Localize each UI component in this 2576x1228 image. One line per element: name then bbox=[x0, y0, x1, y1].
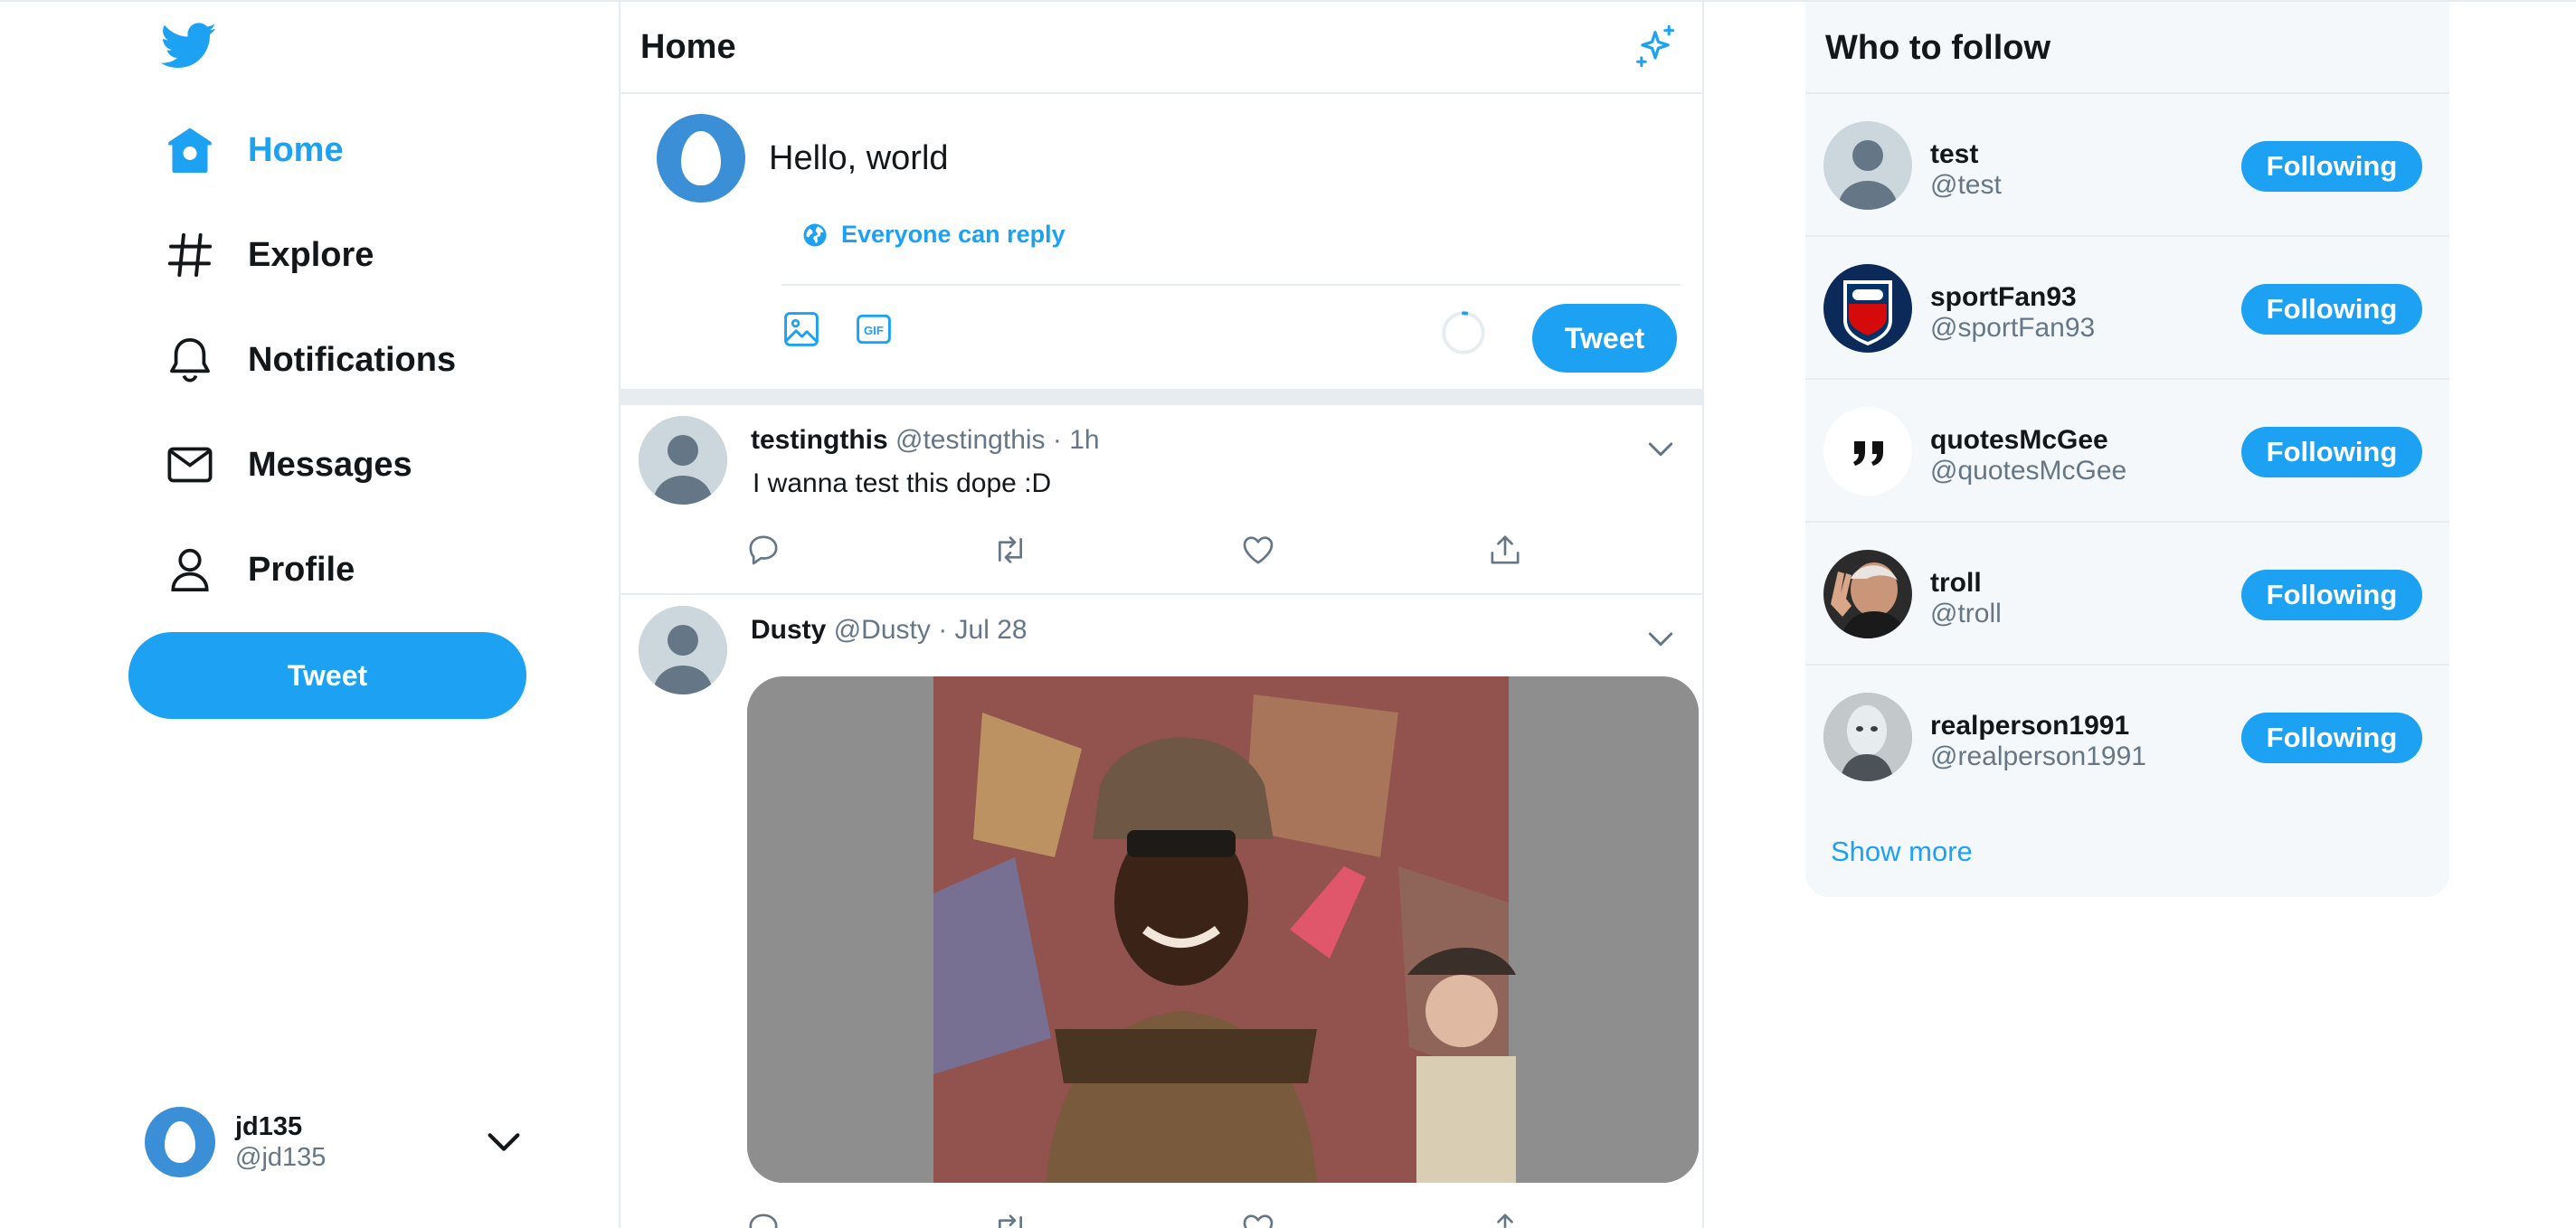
sparkle-icon[interactable] bbox=[1632, 24, 1679, 71]
nav-item-label: Notifications bbox=[248, 340, 457, 379]
tweet[interactable]: Dusty @Dusty · Jul 28 bbox=[620, 595, 1702, 1228]
page-title: Home bbox=[640, 27, 736, 66]
timeline-header: Home bbox=[620, 2, 1702, 94]
suggestion-name[interactable]: test bbox=[1930, 139, 2002, 170]
tweet-author-handle[interactable]: @testingthis bbox=[895, 425, 1046, 455]
avatar bbox=[639, 606, 727, 694]
chevron-down-icon[interactable] bbox=[1643, 430, 1679, 467]
like-icon[interactable] bbox=[1240, 1210, 1276, 1228]
nav-item-explore[interactable]: Explore bbox=[159, 219, 374, 291]
nfl-logo-avatar bbox=[1823, 264, 1912, 353]
nav-item-profile[interactable]: Profile bbox=[159, 534, 355, 606]
account-handle: @jd135 bbox=[235, 1143, 327, 1172]
tweet-author-handle[interactable]: @Dusty bbox=[834, 615, 931, 645]
suggestion-handle: @test bbox=[1930, 170, 2002, 200]
avatar bbox=[1823, 121, 1912, 210]
follow-suggestion[interactable]: test @test Following bbox=[1805, 94, 2449, 237]
who-to-follow-panel: Who to follow test @test Following sport… bbox=[1805, 2, 2449, 897]
panel-title: Who to follow bbox=[1805, 2, 2449, 94]
suggestion-name[interactable]: sportFan93 bbox=[1930, 282, 2095, 313]
timeline-column: Home Hello, world Everyone can reply GIF… bbox=[619, 2, 1704, 1228]
gif-frame-image bbox=[747, 676, 1699, 1183]
tweet-header: Dusty @Dusty · Jul 28 bbox=[751, 615, 1028, 646]
tweet-composer: Hello, world Everyone can reply GIF Twee… bbox=[620, 94, 1702, 389]
chevron-down-icon[interactable] bbox=[483, 1121, 525, 1163]
avatar bbox=[145, 1107, 215, 1177]
following-button[interactable]: Following bbox=[2241, 570, 2422, 620]
suggestion-handle: @troll bbox=[1930, 599, 2002, 628]
compose-textarea[interactable]: Hello, world bbox=[769, 139, 1402, 178]
nav-item-label: Explore bbox=[248, 235, 374, 274]
suggestion-name[interactable]: realperson1991 bbox=[1930, 711, 2146, 742]
following-button[interactable]: Following bbox=[2241, 427, 2422, 477]
tweet-author-name[interactable]: Dusty bbox=[751, 615, 826, 645]
show-more-link[interactable]: Show more bbox=[1831, 836, 1973, 868]
suggestion-handle: @sportFan93 bbox=[1930, 313, 2096, 343]
share-icon[interactable] bbox=[1487, 532, 1523, 568]
character-counter-ring bbox=[1442, 311, 1485, 354]
tweet-header: testingthis @testingthis · 1h bbox=[751, 425, 1100, 456]
nav-item-label: Profile bbox=[248, 550, 355, 589]
tweet-text: I wanna test this dope :D bbox=[753, 468, 1052, 498]
like-icon[interactable] bbox=[1240, 532, 1276, 568]
tweet-media-gif[interactable] bbox=[747, 676, 1699, 1183]
suggestion-name[interactable]: troll bbox=[1930, 568, 2002, 599]
reply-icon[interactable] bbox=[745, 1210, 781, 1228]
avatar bbox=[639, 416, 727, 505]
svg-text:GIF: GIF bbox=[864, 324, 884, 337]
hashtag-icon bbox=[159, 224, 221, 286]
image-icon[interactable] bbox=[781, 309, 821, 349]
retweet-icon[interactable] bbox=[992, 1210, 1028, 1228]
chevron-down-icon[interactable] bbox=[1643, 620, 1679, 657]
twitter-home-page: Home Explore Notifications Messages Prof… bbox=[0, 0, 2576, 1228]
sidebar-tweet-button[interactable]: Tweet bbox=[128, 632, 526, 719]
following-button[interactable]: Following bbox=[2241, 284, 2422, 335]
reply-setting-button[interactable]: Everyone can reply bbox=[801, 221, 1065, 249]
follow-suggestion[interactable]: quotesMcGee @quotesMcGee Following bbox=[1805, 380, 2449, 523]
bell-icon bbox=[159, 329, 221, 391]
tweet-actions bbox=[745, 1210, 1523, 1228]
suggestion-handle: @quotesMcGee bbox=[1930, 456, 2127, 486]
tweet[interactable]: testingthis @testingthis · 1h I wanna te… bbox=[620, 405, 1702, 595]
account-name: jd135 bbox=[235, 1112, 303, 1141]
tweet-timestamp[interactable]: · Jul 28 bbox=[938, 615, 1027, 645]
composer-tweet-button[interactable]: Tweet bbox=[1532, 304, 1677, 373]
share-icon[interactable] bbox=[1487, 1210, 1523, 1228]
home-icon bbox=[159, 119, 221, 181]
nav-item-messages[interactable]: Messages bbox=[159, 429, 412, 501]
mail-icon bbox=[159, 434, 221, 496]
nav-item-notifications[interactable]: Notifications bbox=[159, 324, 456, 396]
reply-setting-label: Everyone can reply bbox=[841, 221, 1065, 248]
person-icon bbox=[159, 539, 221, 600]
avatar bbox=[1823, 693, 1912, 781]
avatar bbox=[657, 114, 745, 203]
tweet-actions bbox=[745, 532, 1523, 568]
tweet-timestamp[interactable]: · 1h bbox=[1053, 425, 1100, 455]
quote-marks-avatar bbox=[1823, 407, 1912, 496]
follow-suggestion[interactable]: realperson1991 @realperson1991 Following bbox=[1805, 666, 2449, 808]
nav-item-home[interactable]: Home bbox=[159, 114, 344, 186]
left-sidebar: Home Explore Notifications Messages Prof… bbox=[0, 2, 619, 1228]
globe-icon bbox=[803, 223, 827, 246]
following-button[interactable]: Following bbox=[2241, 141, 2422, 192]
tweet-author-name[interactable]: testingthis bbox=[751, 425, 888, 455]
divider bbox=[781, 284, 1681, 286]
nav-item-label: Messages bbox=[248, 445, 412, 484]
follow-suggestion[interactable]: sportFan93 @sportFan93 Following bbox=[1805, 237, 2449, 380]
account-switcher[interactable]: jd135 @jd135 bbox=[145, 1101, 525, 1183]
twitter-logo-icon[interactable] bbox=[161, 22, 217, 71]
feed-separator bbox=[620, 389, 1702, 405]
suggestion-name[interactable]: quotesMcGee bbox=[1930, 425, 2126, 456]
nav-item-label: Home bbox=[248, 130, 344, 169]
follow-suggestion[interactable]: troll @troll Following bbox=[1805, 523, 2449, 666]
retweet-icon[interactable] bbox=[992, 532, 1028, 568]
gif-icon[interactable]: GIF bbox=[854, 309, 894, 349]
avatar bbox=[1823, 550, 1912, 638]
reply-icon[interactable] bbox=[745, 532, 781, 568]
following-button[interactable]: Following bbox=[2241, 713, 2422, 763]
suggestion-handle: @realperson1991 bbox=[1930, 742, 2146, 771]
